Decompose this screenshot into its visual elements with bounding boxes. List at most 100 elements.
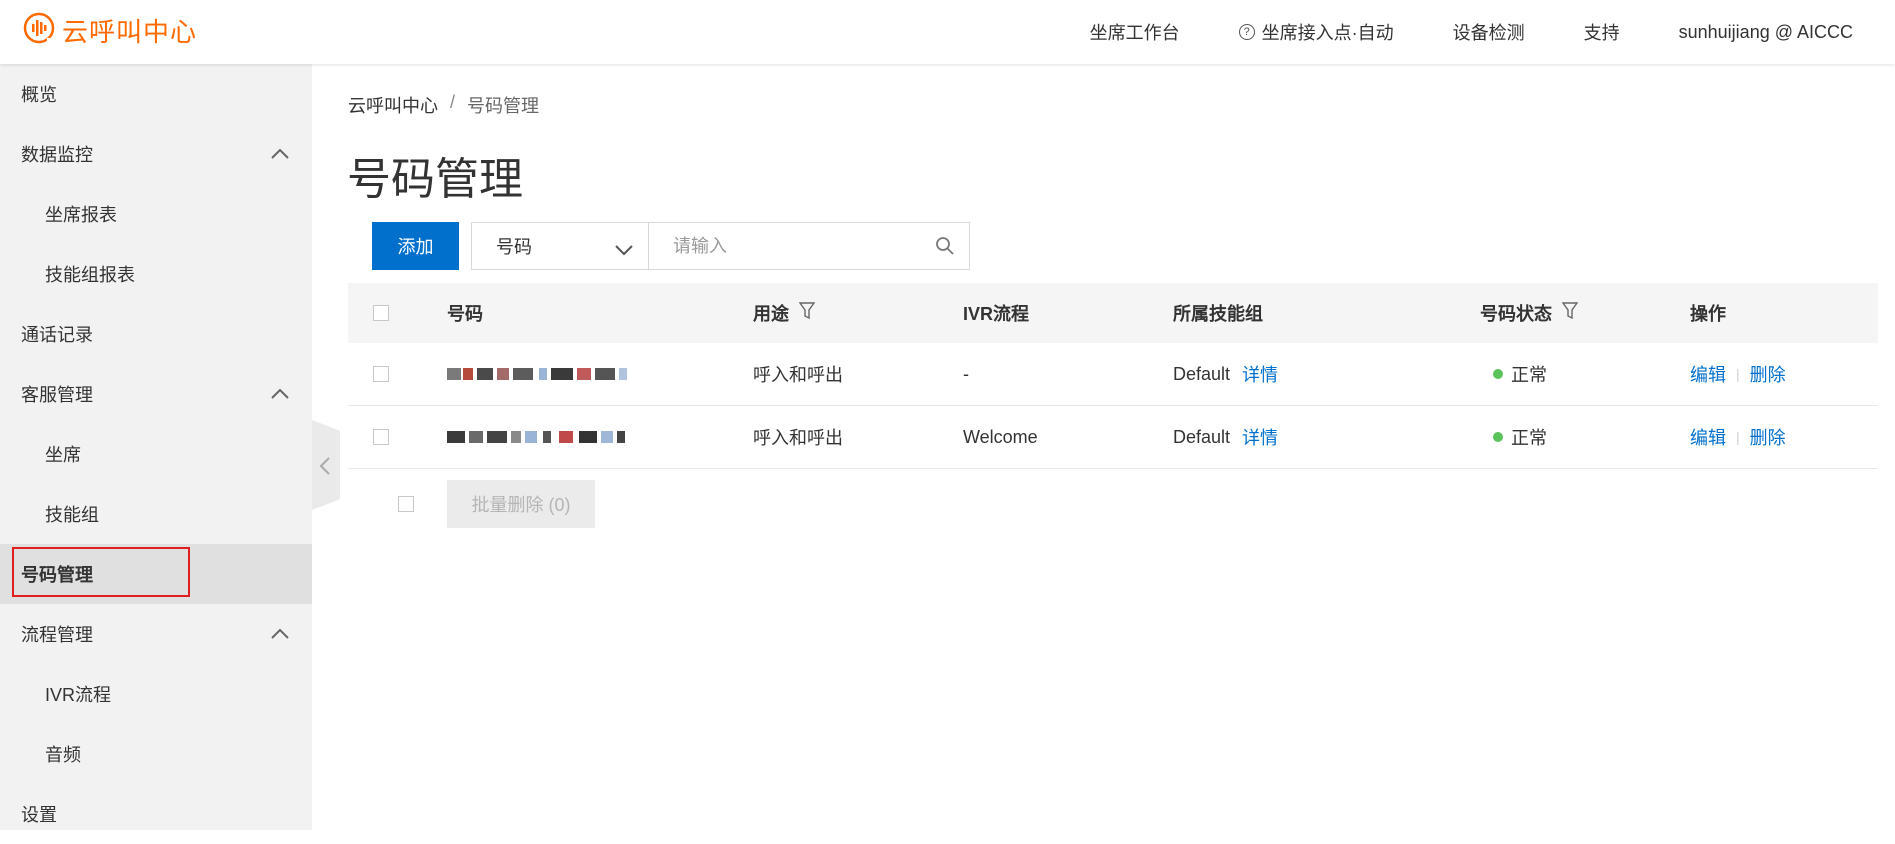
breadcrumb: 云呼叫中心 / 号码管理 — [348, 92, 539, 118]
skill-group-cell: Default 详情 — [1173, 406, 1278, 468]
sidebar-item-label: 设置 — [21, 805, 57, 825]
filter-field-value: 号码 — [496, 237, 532, 257]
highlight-box — [12, 547, 190, 597]
masked-phone-number — [447, 361, 657, 387]
chevron-left-icon — [319, 457, 330, 475]
edit-link[interactable]: 编辑 — [1690, 361, 1726, 387]
action-divider: | — [1736, 366, 1740, 382]
column-header-skill-group: 所属技能组 — [1173, 304, 1263, 324]
help-icon: ? — [1238, 24, 1255, 40]
top-nav: 坐席工作台 ? 坐席接入点·自动 设备检测 支持 sunhuijiang @ A… — [1031, 0, 1853, 64]
nav-support[interactable]: 支持 — [1584, 19, 1620, 45]
logo-text: 云呼叫中心 — [62, 17, 198, 47]
sidebar-item-flow-management[interactable]: 流程管理 — [0, 604, 312, 664]
sidebar-item-label: 技能组报表 — [45, 265, 135, 285]
chevron-up-icon — [270, 144, 290, 165]
nav-access-point[interactable]: ? 坐席接入点·自动 — [1238, 19, 1394, 45]
chevron-up-icon — [270, 384, 290, 405]
sidebar-item-service-management[interactable]: 客服管理 — [0, 364, 312, 424]
skill-group-name: Default — [1173, 426, 1231, 447]
column-header-label: 用途 — [753, 304, 789, 324]
action-divider: | — [1736, 429, 1740, 445]
filter-icon[interactable] — [1561, 301, 1579, 325]
status-text: 正常 — [1511, 365, 1547, 385]
nav-user-account[interactable]: sunhuijiang @ AICCC — [1679, 22, 1853, 43]
sidebar-item-agents[interactable]: 坐席 — [0, 424, 312, 484]
table-row: 呼入和呼出 - Default 详情 正常 编辑 | 删除 — [348, 343, 1878, 406]
detail-link[interactable]: 详情 — [1242, 424, 1278, 450]
usage-cell: 呼入和呼出 — [753, 428, 843, 448]
chevron-up-icon — [270, 624, 290, 645]
numbers-table: 号码 用途 IVR流程 所属技能组 号码状态 操作 呼入和呼出 - Defaul… — [348, 283, 1878, 469]
logo[interactable]: 云呼叫中心 — [22, 11, 197, 50]
search-input[interactable] — [673, 235, 893, 257]
sidebar-item-label: 数据监控 — [21, 145, 93, 165]
detail-link[interactable]: 详情 — [1242, 361, 1278, 387]
edit-link[interactable]: 编辑 — [1690, 424, 1726, 450]
chevron-down-icon — [614, 240, 634, 261]
breadcrumb-separator: / — [450, 92, 456, 112]
row-checkbox-cell — [373, 343, 389, 405]
batch-select-checkbox[interactable] — [398, 496, 414, 512]
select-all-checkbox-cell — [373, 283, 389, 343]
batch-delete-button[interactable]: 批量删除 (0) — [447, 480, 595, 528]
add-button[interactable]: 添加 — [372, 222, 459, 270]
row-checkbox-cell — [373, 406, 389, 468]
column-header-actions: 操作 — [1690, 304, 1726, 324]
nav-device-check[interactable]: 设备检测 — [1453, 19, 1525, 45]
column-header-status: 号码状态 — [1480, 283, 1579, 343]
sidebar-item-ivr-flow[interactable]: IVR流程 — [0, 664, 312, 724]
nav-agent-workbench[interactable]: 坐席工作台 — [1090, 19, 1180, 45]
row-checkbox[interactable] — [373, 366, 389, 382]
top-header: 云呼叫中心 坐席工作台 ? 坐席接入点·自动 设备检测 支持 sunhuijia… — [0, 0, 1895, 64]
toolbar: 添加 号码 — [372, 222, 970, 270]
sidebar-item-number-management[interactable]: 号码管理 — [0, 544, 312, 604]
status-dot-icon — [1493, 432, 1503, 442]
column-header-ivr: IVR流程 — [963, 304, 1030, 324]
filter-icon[interactable] — [798, 301, 816, 325]
sidebar-item-data-monitor[interactable]: 数据监控 — [0, 124, 312, 184]
actions-cell: 编辑 | 删除 — [1690, 406, 1786, 468]
filter-field-select[interactable]: 号码 — [471, 222, 649, 270]
usage-cell: 呼入和呼出 — [753, 365, 843, 385]
nav-access-point-label: 坐席接入点·自动 — [1261, 23, 1394, 43]
breadcrumb-current: 号码管理 — [467, 96, 540, 116]
sidebar-item-label: IVR流程 — [45, 685, 112, 705]
column-header-usage: 用途 — [753, 283, 816, 343]
delete-link[interactable]: 删除 — [1750, 361, 1786, 387]
column-header-label: 号码状态 — [1480, 304, 1552, 324]
table-header: 号码 用途 IVR流程 所属技能组 号码状态 操作 — [348, 283, 1878, 343]
sidebar-item-call-records[interactable]: 通话记录 — [0, 304, 312, 364]
table-row: 呼入和呼出 Welcome Default 详情 正常 编辑 | 删除 — [348, 406, 1878, 469]
batch-actions: 批量删除 (0) — [348, 478, 948, 530]
page-title: 号码管理 — [347, 155, 523, 204]
sidebar-item-agent-report[interactable]: 坐席报表 — [0, 184, 312, 244]
row-checkbox[interactable] — [373, 429, 389, 445]
sidebar-item-label: 坐席 — [45, 445, 81, 465]
number-cell — [447, 343, 657, 405]
masked-phone-number — [447, 424, 657, 450]
search-icon[interactable] — [935, 236, 955, 261]
sidebar-item-label: 概览 — [21, 85, 57, 105]
breadcrumb-root[interactable]: 云呼叫中心 — [348, 92, 438, 118]
sidebar-item-label: 通话记录 — [21, 325, 93, 345]
sidebar-collapse-handle[interactable] — [312, 420, 340, 510]
sidebar: 概览 数据监控 坐席报表 技能组报表 通话记录 客服管理 坐席 技能组 号码管理… — [0, 64, 312, 830]
sidebar-item-settings[interactable]: 设置 — [0, 784, 312, 844]
column-header-number: 号码 — [447, 304, 483, 324]
logo-icon — [22, 11, 56, 50]
status-dot-icon — [1493, 369, 1503, 379]
delete-link[interactable]: 删除 — [1750, 424, 1786, 450]
number-cell — [447, 406, 657, 468]
sidebar-item-skillgroup-report[interactable]: 技能组报表 — [0, 244, 312, 304]
sidebar-item-label: 客服管理 — [21, 385, 93, 405]
sidebar-item-label: 音频 — [45, 745, 81, 765]
sidebar-item-overview[interactable]: 概览 — [0, 64, 312, 124]
status-cell: 正常 — [1493, 343, 1547, 405]
sidebar-item-skill-groups[interactable]: 技能组 — [0, 484, 312, 544]
actions-cell: 编辑 | 删除 — [1690, 343, 1786, 405]
skill-group-cell: Default 详情 — [1173, 343, 1278, 405]
sidebar-item-audio[interactable]: 音频 — [0, 724, 312, 784]
select-all-checkbox[interactable] — [373, 305, 389, 321]
ivr-cell: - — [963, 363, 969, 384]
